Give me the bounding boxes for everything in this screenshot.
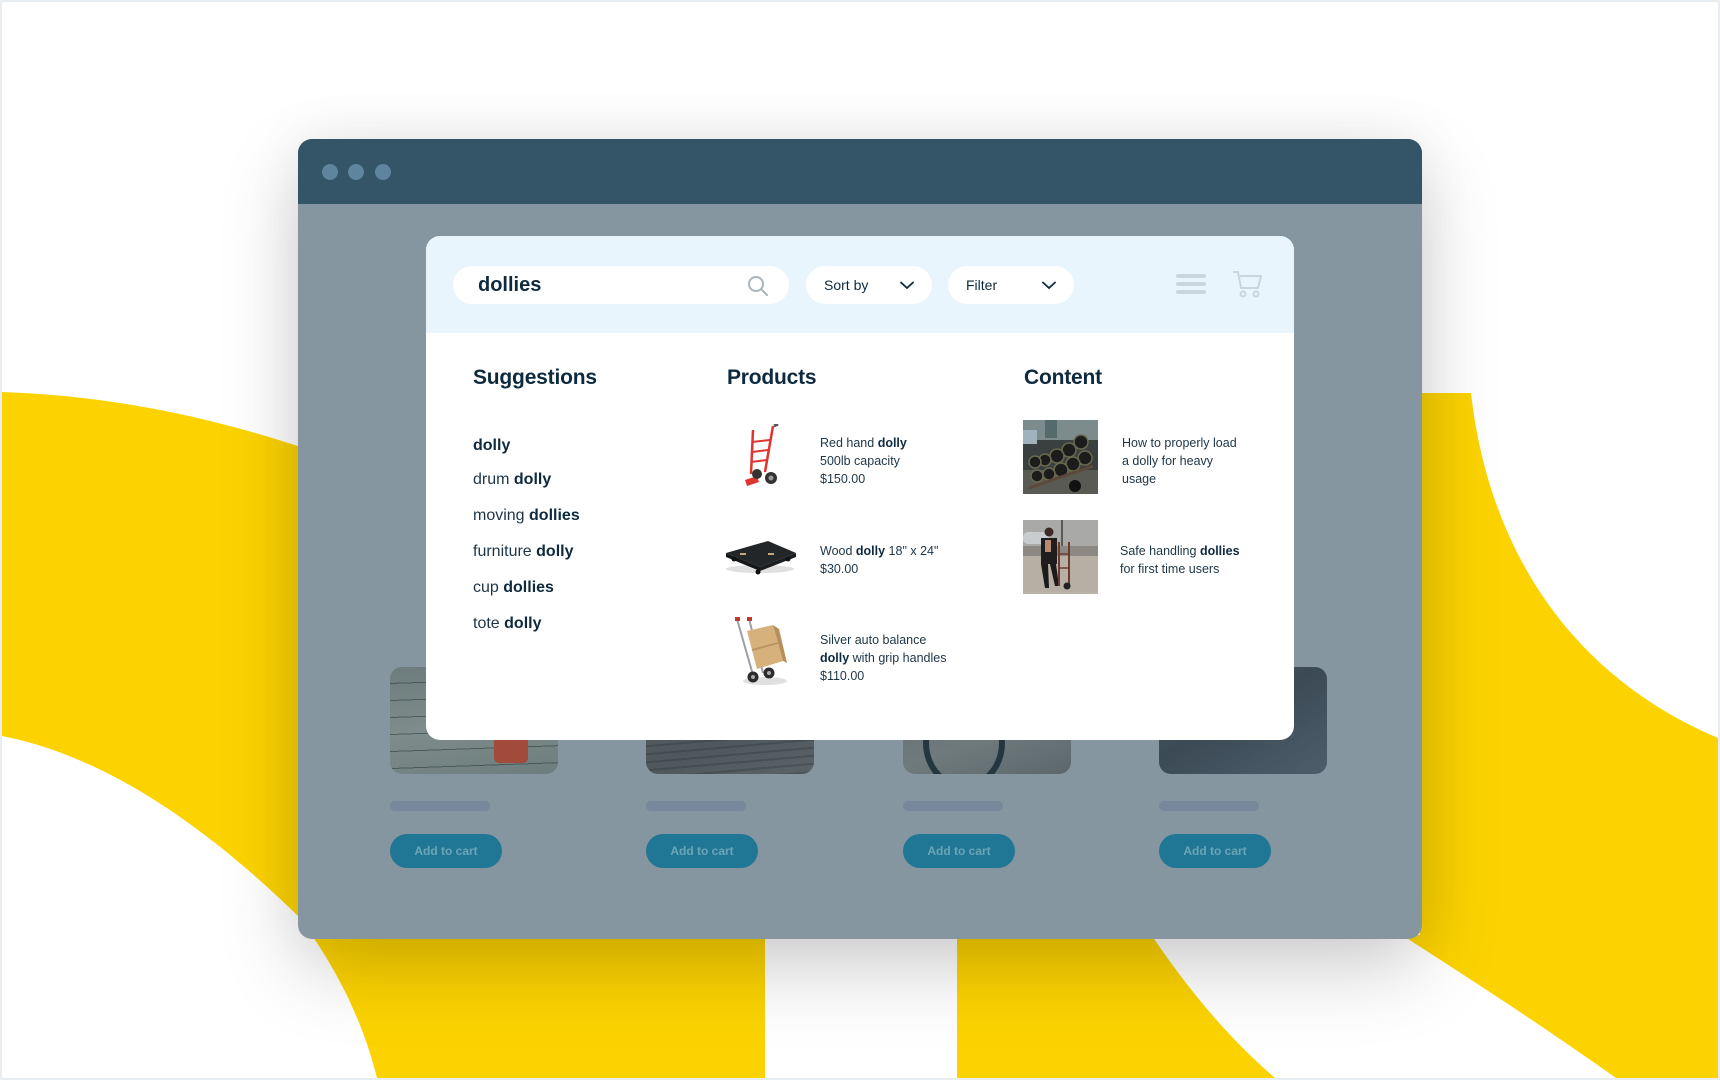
- add-to-cart-button[interactable]: Add to cart: [1159, 834, 1271, 868]
- shopping-cart-icon[interactable]: [1232, 270, 1262, 298]
- product-name: Silver auto balance dolly with grip hand…: [820, 633, 947, 683]
- suggestion-item[interactable]: moving dollies: [473, 507, 580, 525]
- chevron-down-icon: [900, 281, 914, 290]
- window-dot-3[interactable]: [375, 164, 391, 180]
- product-title-placeholder: [646, 801, 746, 811]
- sort-by-dropdown[interactable]: Sort by: [806, 266, 932, 304]
- product-name: Red hand dolly 500lb capacity $150.00: [820, 436, 907, 486]
- man-with-hand-truck-photo: [1023, 520, 1098, 594]
- product-title-placeholder: [390, 801, 490, 811]
- content-heading: Content: [1024, 366, 1102, 389]
- red-hand-truck-image: [745, 424, 779, 486]
- filter-label: Filter: [966, 277, 998, 293]
- filter-dropdown[interactable]: Filter: [948, 266, 1074, 304]
- add-to-cart-button[interactable]: Add to cart: [390, 834, 502, 868]
- suggestions-heading: Suggestions: [473, 366, 597, 389]
- suggestion-item[interactable]: cup dollies: [473, 579, 554, 597]
- browser-window: Add to cart Add to cart Add to cart Add …: [298, 139, 1422, 939]
- hamburger-menu-icon[interactable]: [1176, 274, 1206, 294]
- products-heading: Products: [727, 366, 817, 389]
- search-results-panel: Sort by Filter S: [426, 236, 1294, 740]
- yellow-swoosh-left: [2, 392, 310, 918]
- suggestion-item[interactable]: dolly: [473, 437, 510, 455]
- search-input[interactable]: [478, 274, 728, 297]
- yellow-swoosh-right: [1402, 393, 1718, 1078]
- yellow-band-bottom-middle: [957, 930, 1275, 1078]
- search-icon[interactable]: [747, 275, 769, 297]
- content-title: Safe handling dollies for first time use…: [1120, 544, 1240, 576]
- content-title: How to properly load a dolly for heavy u…: [1122, 436, 1237, 486]
- silver-hand-truck-with-boxes-image: [735, 617, 787, 685]
- add-to-cart-button[interactable]: Add to cart: [903, 834, 1015, 868]
- add-to-cart-button[interactable]: Add to cart: [646, 834, 758, 868]
- man-with-hand-truck-photo-art: [1023, 520, 1098, 594]
- window-titlebar: [298, 139, 1422, 204]
- loaded-dolly-photo-art: [1023, 420, 1098, 494]
- product-price: $30.00: [820, 562, 859, 576]
- product-price: $150.00: [820, 472, 866, 486]
- loaded-dolly-photo: [1023, 420, 1098, 494]
- wood-platform-dolly-image: [726, 541, 796, 575]
- product-name: Wood dolly 18" x 24" $30.00: [820, 544, 939, 576]
- product-title-placeholder: [1159, 801, 1259, 811]
- chevron-down-icon: [1042, 281, 1056, 290]
- suggestion-item[interactable]: drum dolly: [473, 471, 551, 489]
- search-box[interactable]: [453, 266, 789, 304]
- window-dot-2[interactable]: [348, 164, 364, 180]
- product-title-placeholder: [903, 801, 1003, 811]
- yellow-band-bottom-left: [300, 918, 765, 1078]
- suggestion-item[interactable]: furniture dolly: [473, 543, 573, 561]
- product-price: $110.00: [820, 669, 865, 683]
- sort-by-label: Sort by: [824, 277, 869, 293]
- suggestion-item[interactable]: tote dolly: [473, 615, 541, 633]
- window-dot-1[interactable]: [322, 164, 338, 180]
- search-toolbar: Sort by Filter: [426, 236, 1294, 333]
